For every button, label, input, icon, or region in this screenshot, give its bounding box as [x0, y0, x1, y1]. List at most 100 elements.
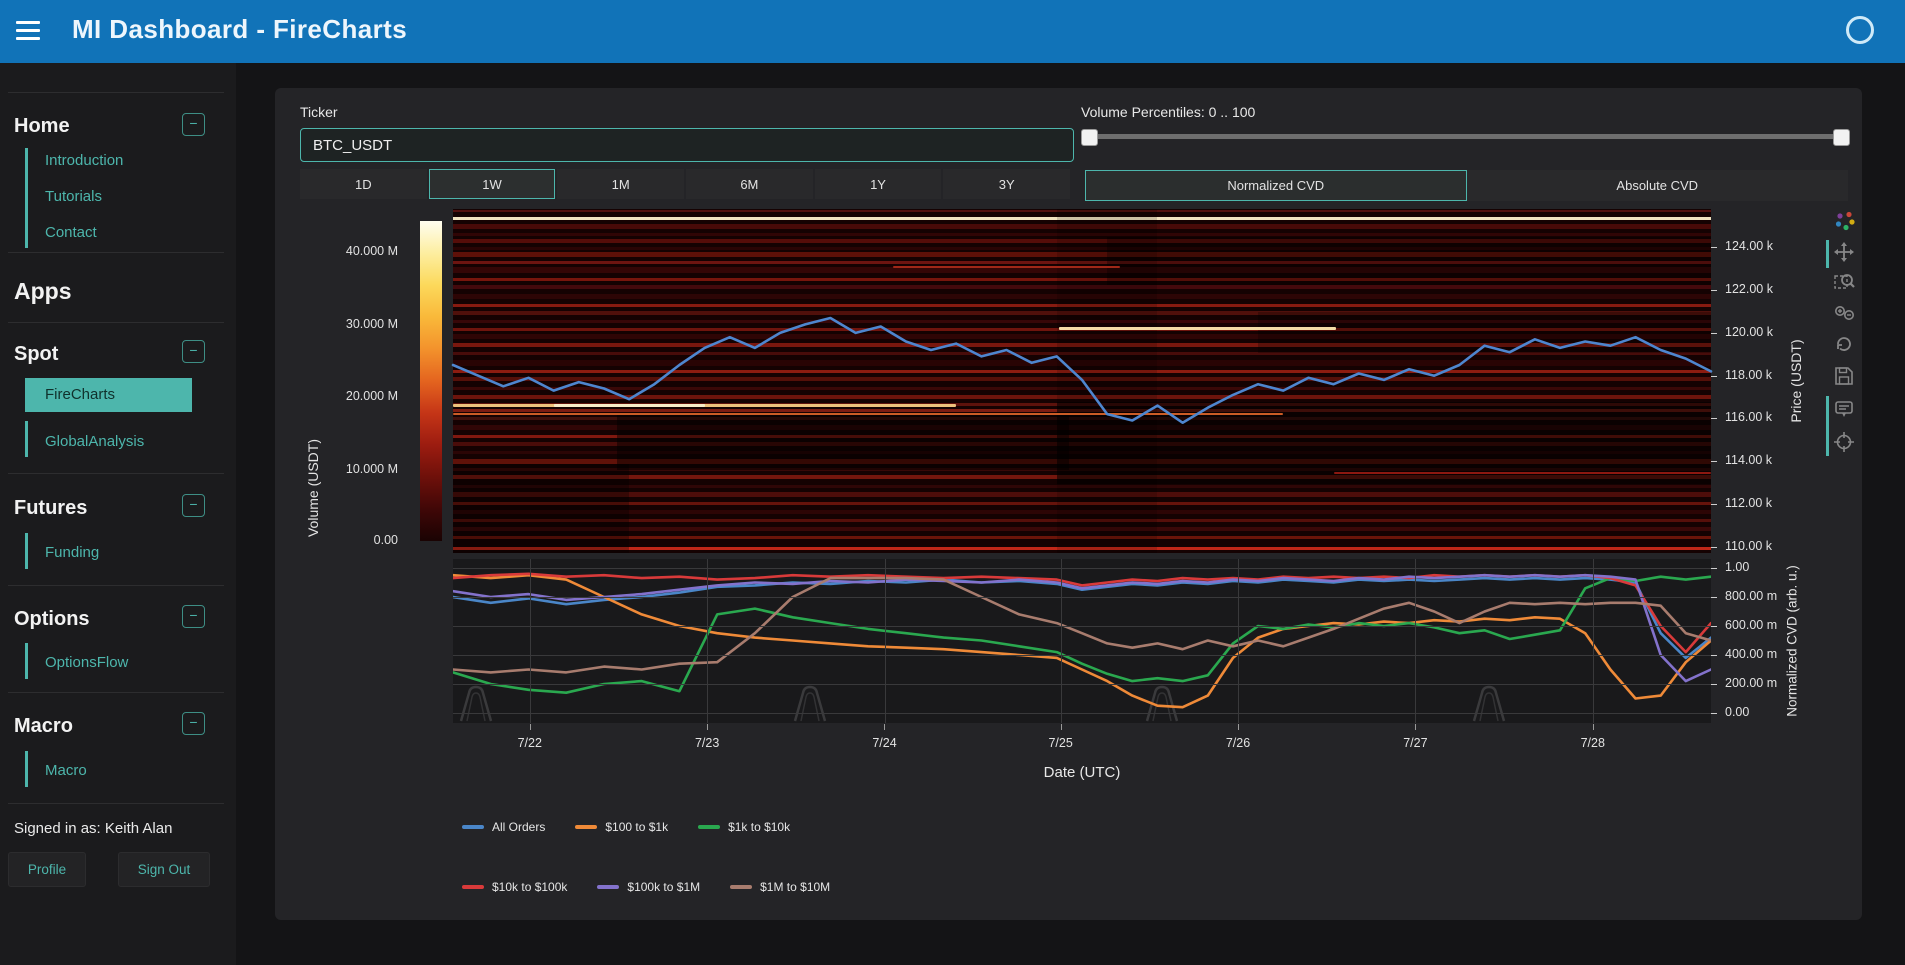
date-tick: 7/24: [872, 736, 896, 750]
reset-axes-icon[interactable]: [1834, 334, 1856, 356]
percentile-slider-track[interactable]: [1081, 134, 1848, 139]
modebar-active-indicator: [1826, 396, 1829, 456]
percentile-slider-handle-high[interactable]: [1833, 129, 1850, 146]
legend-swatch: [730, 885, 752, 889]
price-axis-title: Price (USDT): [1788, 339, 1804, 422]
spike-lines-icon[interactable]: [1834, 432, 1856, 454]
hamburger-menu-icon[interactable]: [16, 21, 40, 41]
legend-item-all-orders[interactable]: All Orders: [462, 820, 545, 834]
sidebar-item-funding[interactable]: Funding: [45, 544, 99, 561]
price-tick: 114.00 k: [1725, 453, 1772, 467]
cvd-tick: 200.00 m: [1725, 676, 1777, 690]
price-line-chart[interactable]: [453, 209, 1711, 553]
date-tick-mark: [1061, 724, 1062, 730]
price-tick-mark: [1711, 418, 1717, 419]
sidebar-item-introduction[interactable]: Introduction: [45, 152, 123, 169]
cvd-gridline: [453, 713, 1711, 714]
sidebar-section-spot: Spot: [14, 343, 58, 366]
sidebar-section-options: Options: [14, 608, 90, 631]
legend-swatch: [597, 885, 619, 889]
range-button-1w[interactable]: 1W: [429, 169, 556, 199]
save-icon[interactable]: [1834, 366, 1856, 388]
absolute-cvd-button[interactable]: Absolute CVD: [1467, 170, 1849, 201]
sidebar-item-macro[interactable]: Macro: [45, 762, 87, 779]
range-button-6m[interactable]: 6M: [686, 169, 813, 199]
normalized-cvd-button[interactable]: Normalized CVD: [1085, 170, 1467, 201]
price-tick-mark: [1711, 290, 1717, 291]
volume-tick: 30.000 M: [310, 317, 398, 331]
sidebar-section-macro: Macro: [14, 715, 73, 738]
sidebar-item-contact[interactable]: Contact: [45, 224, 97, 241]
ticker-label: Ticker: [300, 104, 338, 120]
price-tick-mark: [1711, 461, 1717, 462]
price-tick: 116.00 k: [1725, 410, 1772, 424]
cvd-toggle-group: Normalized CVDAbsolute CVD: [1085, 170, 1848, 201]
date-gridline: [1061, 559, 1062, 723]
price-tick: 120.00 k: [1725, 325, 1773, 339]
legend-item--10k-to-100k[interactable]: $10k to $100k: [462, 880, 567, 894]
legend-swatch: [575, 825, 597, 829]
date-gridline: [530, 559, 531, 723]
sidebar-item-firecharts[interactable]: FireCharts: [45, 386, 115, 403]
hover-closest-icon[interactable]: [1834, 400, 1856, 422]
collapse-home-button[interactable]: −: [182, 113, 205, 136]
volume-tick: 0.00: [310, 533, 398, 547]
collapse-futures-button[interactable]: −: [182, 494, 205, 517]
percentile-slider-handle-low[interactable]: [1081, 129, 1098, 146]
date-tick: 7/22: [518, 736, 542, 750]
date-gridline: [1238, 559, 1239, 723]
legend-swatch: [462, 825, 484, 829]
watermark-glyph: [795, 687, 825, 721]
range-button-3y[interactable]: 3Y: [943, 169, 1070, 199]
legend-label: $100k to $1M: [627, 880, 700, 894]
zoom-in-out-icon[interactable]: [1834, 303, 1856, 325]
legend-label: $1k to $10k: [728, 820, 790, 834]
date-axis-title: Date (UTC): [1044, 764, 1121, 781]
sidebar-section-futures: Futures: [14, 497, 87, 520]
legend-item--1k-to-10k[interactable]: $1k to $10k: [698, 820, 790, 834]
legend-item--100-to-1k[interactable]: $100 to $1k: [575, 820, 668, 834]
range-button-1y[interactable]: 1Y: [815, 169, 942, 199]
ticker-input[interactable]: [300, 128, 1074, 162]
divider: [8, 322, 224, 323]
price-line: [453, 318, 1711, 423]
volume-tick: 10.000 M: [310, 462, 398, 476]
cvd-tick: 400.00 m: [1725, 647, 1777, 661]
divider: [8, 585, 224, 586]
cvd-gridline: [453, 597, 1711, 598]
divider: [8, 92, 224, 93]
price-tick: 110.00 k: [1725, 539, 1772, 553]
collapse-macro-button[interactable]: −: [182, 712, 205, 735]
section-indent-bar: [25, 751, 28, 787]
price-tick-mark: [1711, 333, 1717, 334]
legend-label: $1M to $10M: [760, 880, 830, 894]
price-tick-mark: [1711, 504, 1717, 505]
sidebar-item-optionsflow[interactable]: OptionsFlow: [45, 654, 128, 671]
cvd-gridline: [453, 568, 1711, 569]
sidebar-item-tutorials[interactable]: Tutorials: [45, 188, 102, 205]
box-zoom-icon[interactable]: [1834, 272, 1856, 294]
legend-swatch: [698, 825, 720, 829]
range-button-1m[interactable]: 1M: [557, 169, 684, 199]
legend-row: All Orders $100 to $1k $1k to $10k: [462, 820, 790, 834]
volume-tick: 20.000 M: [310, 389, 398, 403]
date-tick: 7/26: [1226, 736, 1250, 750]
cvd-line-chart[interactable]: [453, 559, 1711, 723]
range-button-1d[interactable]: 1D: [300, 169, 427, 199]
sidebar-section-home: Home: [14, 115, 70, 138]
account-circle-icon[interactable]: [1846, 16, 1874, 44]
legend-item--100k-to-1m[interactable]: $100k to $1M: [597, 880, 700, 894]
sidebar-item-globalanalysis[interactable]: GlobalAnalysis: [45, 433, 144, 450]
date-gridline: [1415, 559, 1416, 723]
signout-button[interactable]: Sign Out: [118, 852, 210, 887]
pan-icon[interactable]: [1834, 242, 1856, 264]
profile-button[interactable]: Profile: [8, 852, 86, 887]
collapse-options-button[interactable]: −: [182, 605, 205, 628]
collapse-spot-button[interactable]: −: [182, 340, 205, 363]
legend-item--1m-to-10m[interactable]: $1M to $10M: [730, 880, 830, 894]
section-indent-bar: [25, 533, 28, 569]
date-tick-mark: [707, 724, 708, 730]
cvd-gridline: [453, 684, 1711, 685]
date-tick: 7/25: [1048, 736, 1072, 750]
sidebar: Home − Introduction Tutorials Contact Ap…: [0, 63, 236, 965]
